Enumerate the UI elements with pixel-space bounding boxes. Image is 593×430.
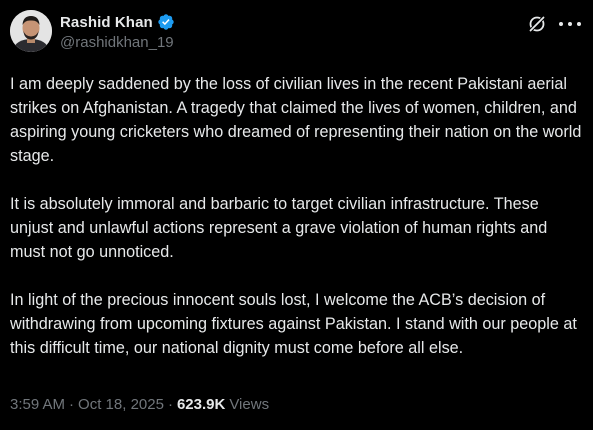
author-display-name[interactable]: Rashid Khan	[60, 14, 153, 31]
author-names: Rashid Khan @rashidkhan_19	[60, 12, 175, 52]
tweet-paragraph-1: I am deeply saddened by the loss of civi…	[10, 75, 582, 165]
more-options-icon[interactable]	[559, 14, 581, 34]
tweet-date[interactable]: Oct 18, 2025	[78, 396, 164, 413]
avatar-image	[10, 10, 52, 52]
dot	[577, 22, 581, 26]
tweet-time[interactable]: 3:59 AM	[10, 396, 65, 413]
grok-icon[interactable]	[527, 14, 547, 34]
tweet-paragraph-3: In light of the precious innocent souls …	[10, 291, 577, 357]
tweet-paragraph-2: It is absolutely immoral and barbaric to…	[10, 195, 548, 261]
avatar[interactable]	[10, 10, 52, 52]
tweet-text: I am deeply saddened by the loss of civi…	[10, 72, 582, 360]
tweet-meta: 3:59 AM · Oct 18, 2025 · 623.9K Views	[10, 396, 269, 413]
header-actions	[527, 14, 581, 34]
views-count[interactable]: 623.9K	[177, 396, 225, 413]
meta-separator: ·	[167, 396, 173, 413]
meta-separator: ·	[69, 396, 75, 413]
author-handle[interactable]: @rashidkhan_19	[60, 34, 175, 51]
tweet-card: Rashid Khan @rashidkhan_19 I am deeply s…	[0, 0, 593, 430]
tweet-header: Rashid Khan @rashidkhan_19	[10, 10, 581, 58]
views-label: Views	[229, 396, 270, 413]
verified-badge-icon[interactable]	[157, 13, 175, 31]
dot	[568, 22, 572, 26]
dot	[559, 22, 563, 26]
name-row: Rashid Khan	[60, 12, 175, 32]
